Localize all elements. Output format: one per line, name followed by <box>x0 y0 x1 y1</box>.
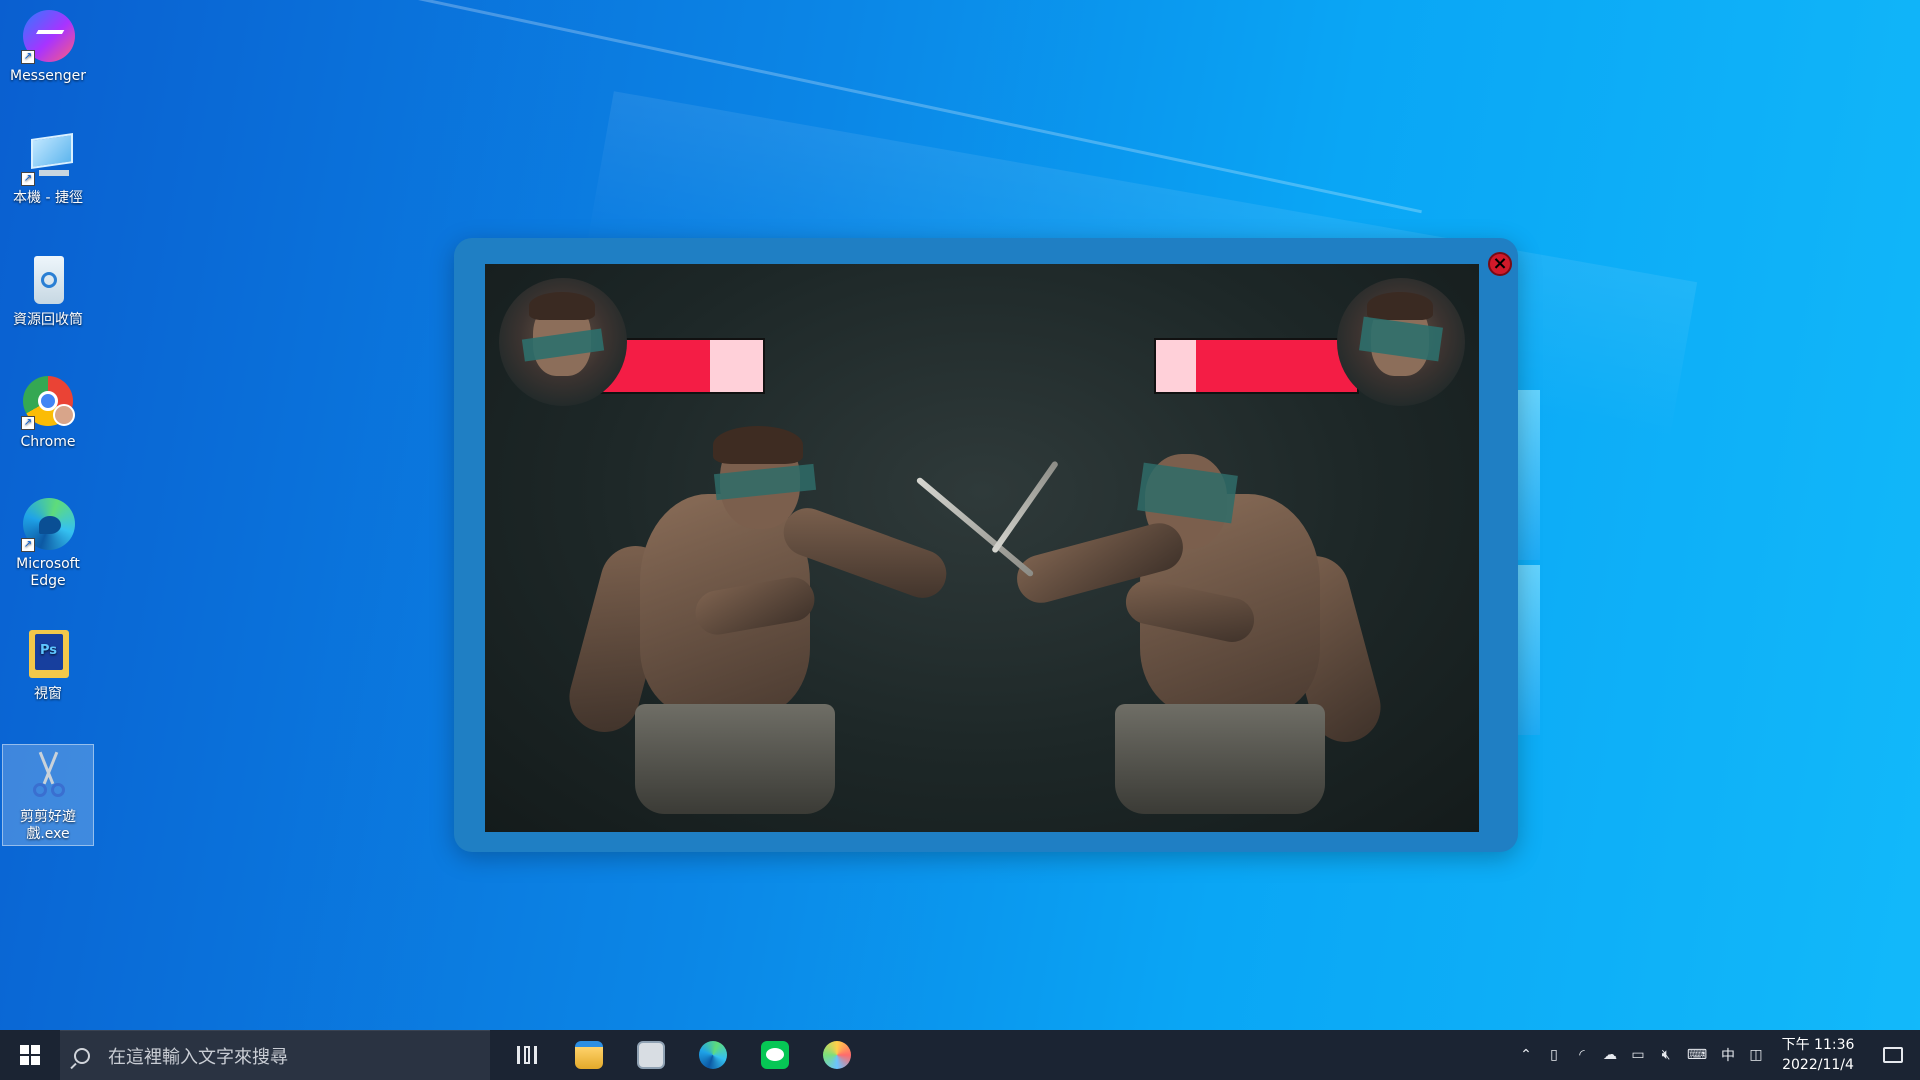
desktop-icon-messenger[interactable]: ↗ Messenger <box>2 8 94 85</box>
notification-icon <box>1883 1047 1903 1063</box>
taskbar-edge[interactable] <box>682 1030 744 1080</box>
desktop-icon-label: 視窗 <box>34 686 62 702</box>
desktop-icon-folder[interactable]: Ps 視窗 <box>2 626 94 703</box>
onedrive-icon[interactable]: ☁ <box>1596 1030 1624 1080</box>
chrome-icon: ↗ <box>19 374 77 432</box>
desktop-icon-label: Messenger <box>9 68 87 84</box>
search-placeholder: 在這裡輸入文字來搜尋 <box>108 1046 288 1068</box>
line-icon <box>761 1041 789 1069</box>
desktop-icon-label: 剪剪好遊戲.exe <box>20 809 76 842</box>
messenger-icon: ↗ <box>19 8 77 66</box>
clock-time: 下午 11:36 <box>1781 1037 1855 1053</box>
task-view-button[interactable] <box>496 1030 558 1080</box>
recycle-bin-icon <box>19 252 77 310</box>
player-left-portrait <box>499 278 627 406</box>
volume-muted-icon[interactable]: 🔇︎ <box>1652 1030 1680 1080</box>
taskbar-photos[interactable] <box>620 1030 682 1080</box>
clock-date: 2022/11/4 <box>1782 1057 1854 1073</box>
fighter-left <box>545 414 965 832</box>
health-bar-right-fill <box>1196 340 1357 392</box>
taskbar-search-box[interactable]: 在這裡輸入文字來搜尋 <box>60 1030 490 1080</box>
game-canvas[interactable] <box>485 264 1479 832</box>
desktop-icon-label: 本機 - 捷徑 <box>13 190 83 206</box>
fighter-right <box>995 414 1425 832</box>
edge-icon: ↗ <box>19 496 77 554</box>
taskbar-clock[interactable]: 下午 11:36 2022/11/4 <box>1770 1035 1866 1075</box>
ime-indicator[interactable]: 中 <box>1714 1030 1742 1080</box>
windows-icon <box>20 1045 40 1065</box>
desktop-icon-label: Chrome <box>20 434 76 450</box>
edge-icon <box>699 1041 727 1069</box>
paint-icon <box>823 1041 851 1069</box>
health-bar-right <box>1154 338 1359 394</box>
desktop-icon-game-exe[interactable]: 剪剪好遊戲.exe <box>2 744 94 846</box>
desktop-icon-this-pc[interactable]: ↗ 本機 - 捷徑 <box>2 130 94 207</box>
taskbar-paint[interactable] <box>806 1030 868 1080</box>
battery-icon[interactable]: ▭ <box>1624 1030 1652 1080</box>
wifi-icon[interactable]: ◜ <box>1568 1030 1596 1080</box>
player-right-portrait <box>1337 278 1465 406</box>
chevron-up-icon[interactable]: ⌃ <box>1512 1030 1540 1080</box>
game-window[interactable]: × <box>454 238 1518 852</box>
desktop-icon-edge[interactable]: ↗ Microsoft Edge <box>2 496 94 590</box>
task-view-icon <box>517 1046 537 1064</box>
taskbar-line[interactable] <box>744 1030 806 1080</box>
scissors-icon <box>19 749 77 807</box>
keyboard-icon[interactable]: ⌨ <box>1680 1030 1714 1080</box>
desktop-icon-label: 資源回收筒 <box>13 312 83 328</box>
desktop-icon-chrome[interactable]: ↗ Chrome <box>2 374 94 451</box>
close-icon[interactable]: × <box>1488 252 1512 276</box>
notification-center-button[interactable] <box>1866 1030 1920 1080</box>
file-explorer-icon <box>575 1041 603 1069</box>
desktop-icon-recycle-bin[interactable]: 資源回收筒 <box>2 252 94 329</box>
search-icon <box>74 1047 90 1064</box>
computer-icon: ↗ <box>19 130 77 188</box>
ime-mode-icon[interactable]: ◫ <box>1742 1030 1770 1080</box>
desktop-icon-label: Microsoft Edge <box>16 556 80 589</box>
system-tray: ⌃ ▯ ◜ ☁ ▭ 🔇︎ ⌨ 中 ◫ 下午 11:36 2022/11/4 <box>1512 1030 1920 1080</box>
taskbar: 在這裡輸入文字來搜尋 ⌃ ▯ ◜ ☁ ▭ 🔇︎ ⌨ 中 ◫ 下午 11:36 2… <box>0 1030 1920 1080</box>
photos-icon <box>637 1041 665 1069</box>
taskbar-file-explorer[interactable] <box>558 1030 620 1080</box>
folder-icon: Ps <box>19 626 77 684</box>
device-icon[interactable]: ▯ <box>1540 1030 1568 1080</box>
start-button[interactable] <box>0 1030 60 1080</box>
